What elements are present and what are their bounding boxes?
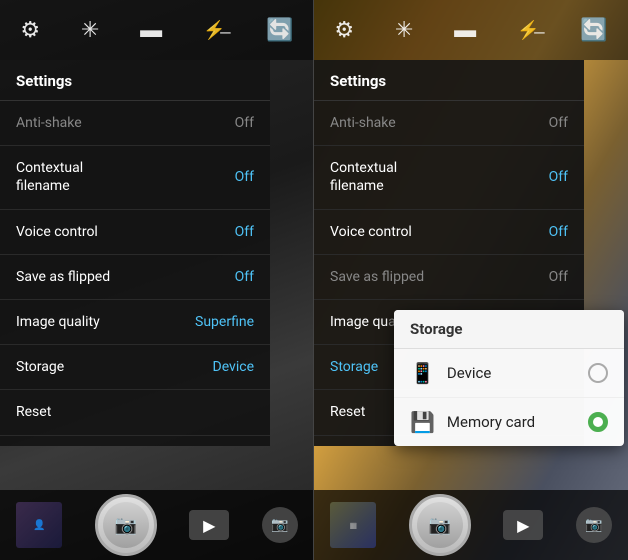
small-camera-button-left[interactable]: 📷 (262, 507, 298, 543)
video-button-left[interactable]: ▶ (189, 510, 229, 540)
panel-divider (313, 0, 314, 560)
storage-option-memorycard[interactable]: 💾 Memory card (394, 398, 624, 446)
shutter-inner-left: 📷 (103, 502, 149, 548)
settings-row-storage-left[interactable]: Storage Device (0, 345, 270, 390)
flipped-label-left: Save as flipped (16, 268, 110, 286)
flash-icon-right[interactable]: ⚡̶ (517, 20, 539, 41)
memorycard-storage-radio[interactable] (588, 412, 608, 432)
settings-title-left: Settings (0, 60, 270, 101)
flipped-value-right: Off (549, 269, 568, 285)
voice-value-left: Off (235, 224, 254, 240)
settings-row-antishake-left[interactable]: Anti-shake Off (0, 101, 270, 146)
bottom-bar-left: 👤 📷 ▶ 📷 (0, 490, 314, 560)
video-button-right[interactable]: ▶ (503, 510, 543, 540)
voice-label-right: Voice control (330, 223, 412, 241)
reset-label-left: Reset (16, 403, 51, 421)
brightness-icon-right[interactable]: ✳ (395, 18, 413, 43)
shutter-inner-right: 📷 (417, 502, 463, 548)
toolbar-right: ⚙ ✳ ▬ ⚡̶ 🔄 (314, 0, 628, 60)
small-camera-icon-right: 📷 (585, 517, 602, 533)
brightness-icon-left[interactable]: ✳ (81, 18, 99, 43)
settings-row-contextual-right[interactable]: Contextualfilename Off (314, 146, 584, 209)
device-storage-icon: 📱 (410, 361, 435, 385)
shutter-button-left[interactable]: 📷 (95, 494, 157, 556)
flipped-label-right: Save as flipped (330, 268, 424, 286)
antishake-label-right: Anti-shake (330, 114, 396, 132)
settings-panel-left: Settings Anti-shake Off Contextualfilena… (0, 60, 270, 446)
settings-row-flipped-left[interactable]: Save as flipped Off (0, 255, 270, 300)
memorycard-storage-label: Memory card (447, 413, 588, 431)
bottom-bar-right: ▦ 📷 ▶ 📷 (314, 490, 628, 560)
settings-row-flipped-right[interactable]: Save as flipped Off (314, 255, 584, 300)
rotate-camera-icon-right[interactable]: 🔄 (580, 18, 607, 43)
antishake-value-left: Off (235, 115, 254, 131)
reset-label-right: Reset (330, 403, 365, 421)
device-storage-label: Device (447, 364, 588, 382)
aspect-ratio-icon-left[interactable]: ▬ (140, 17, 162, 43)
contextual-value-right: Off (549, 169, 568, 185)
settings-row-reset-left[interactable]: Reset (0, 390, 270, 435)
thumb-icon-right: ▦ (349, 521, 357, 530)
quality-value-left: Superfine (195, 314, 254, 330)
small-camera-icon-left: 📷 (271, 517, 288, 533)
video-icon-right: ▶ (517, 516, 529, 535)
storage-option-device[interactable]: 📱 Device (394, 349, 624, 398)
contextual-label-right: Contextualfilename (330, 159, 397, 195)
device-storage-radio[interactable] (588, 363, 608, 383)
video-icon-left: ▶ (203, 516, 215, 535)
camera-icon-left: 📷 (115, 515, 137, 536)
contextual-value-left: Off (235, 169, 254, 185)
antishake-value-right: Off (549, 115, 568, 131)
settings-row-voice-right[interactable]: Voice control Off (314, 210, 584, 255)
voice-value-right: Off (549, 224, 568, 240)
storage-popup-title: Storage (394, 310, 624, 349)
quality-label-left: Image quality (16, 313, 100, 331)
flipped-value-left: Off (235, 269, 254, 285)
aspect-ratio-icon-right[interactable]: ▬ (454, 17, 476, 43)
camera-icon-right: 📷 (429, 515, 451, 536)
settings-row-antishake-right[interactable]: Anti-shake Off (314, 101, 584, 146)
flash-icon-left[interactable]: ⚡̶ (203, 20, 225, 41)
storage-label-left: Storage (16, 358, 64, 376)
antishake-label-left: Anti-shake (16, 114, 82, 132)
voice-label-left: Voice control (16, 223, 98, 241)
settings-row-contextual-left[interactable]: Contextualfilename Off (0, 146, 270, 209)
contextual-label-left: Contextualfilename (16, 159, 83, 195)
settings-title-right: Settings (314, 60, 584, 101)
shutter-button-right[interactable]: 📷 (409, 494, 471, 556)
right-panel: ⚙ ✳ ▬ ⚡̶ 🔄 Settings Anti-shake Off Conte… (314, 0, 628, 560)
memorycard-storage-icon: 💾 (410, 410, 435, 434)
thumbnail-left[interactable]: 👤 (16, 502, 62, 548)
thumbnail-right[interactable]: ▦ (330, 502, 376, 548)
left-panel: ⚙ ✳ ▬ ⚡̶ 🔄 Settings Anti-shake Off Conte… (0, 0, 314, 560)
rotate-camera-icon-left[interactable]: 🔄 (266, 18, 293, 43)
settings-icon-right[interactable]: ⚙ (334, 18, 354, 43)
small-camera-button-right[interactable]: 📷 (576, 507, 612, 543)
settings-row-quality-left[interactable]: Image quality Superfine (0, 300, 270, 345)
settings-icon-left[interactable]: ⚙ (20, 18, 40, 43)
storage-popup: Storage 📱 Device 💾 Memory card (394, 310, 624, 446)
thumb-icon-left: 👤 (33, 520, 45, 531)
settings-row-voice-left[interactable]: Voice control Off (0, 210, 270, 255)
toolbar-left: ⚙ ✳ ▬ ⚡̶ 🔄 (0, 0, 314, 60)
storage-value-left: Device (213, 359, 254, 375)
storage-label-right: Storage (330, 358, 378, 376)
